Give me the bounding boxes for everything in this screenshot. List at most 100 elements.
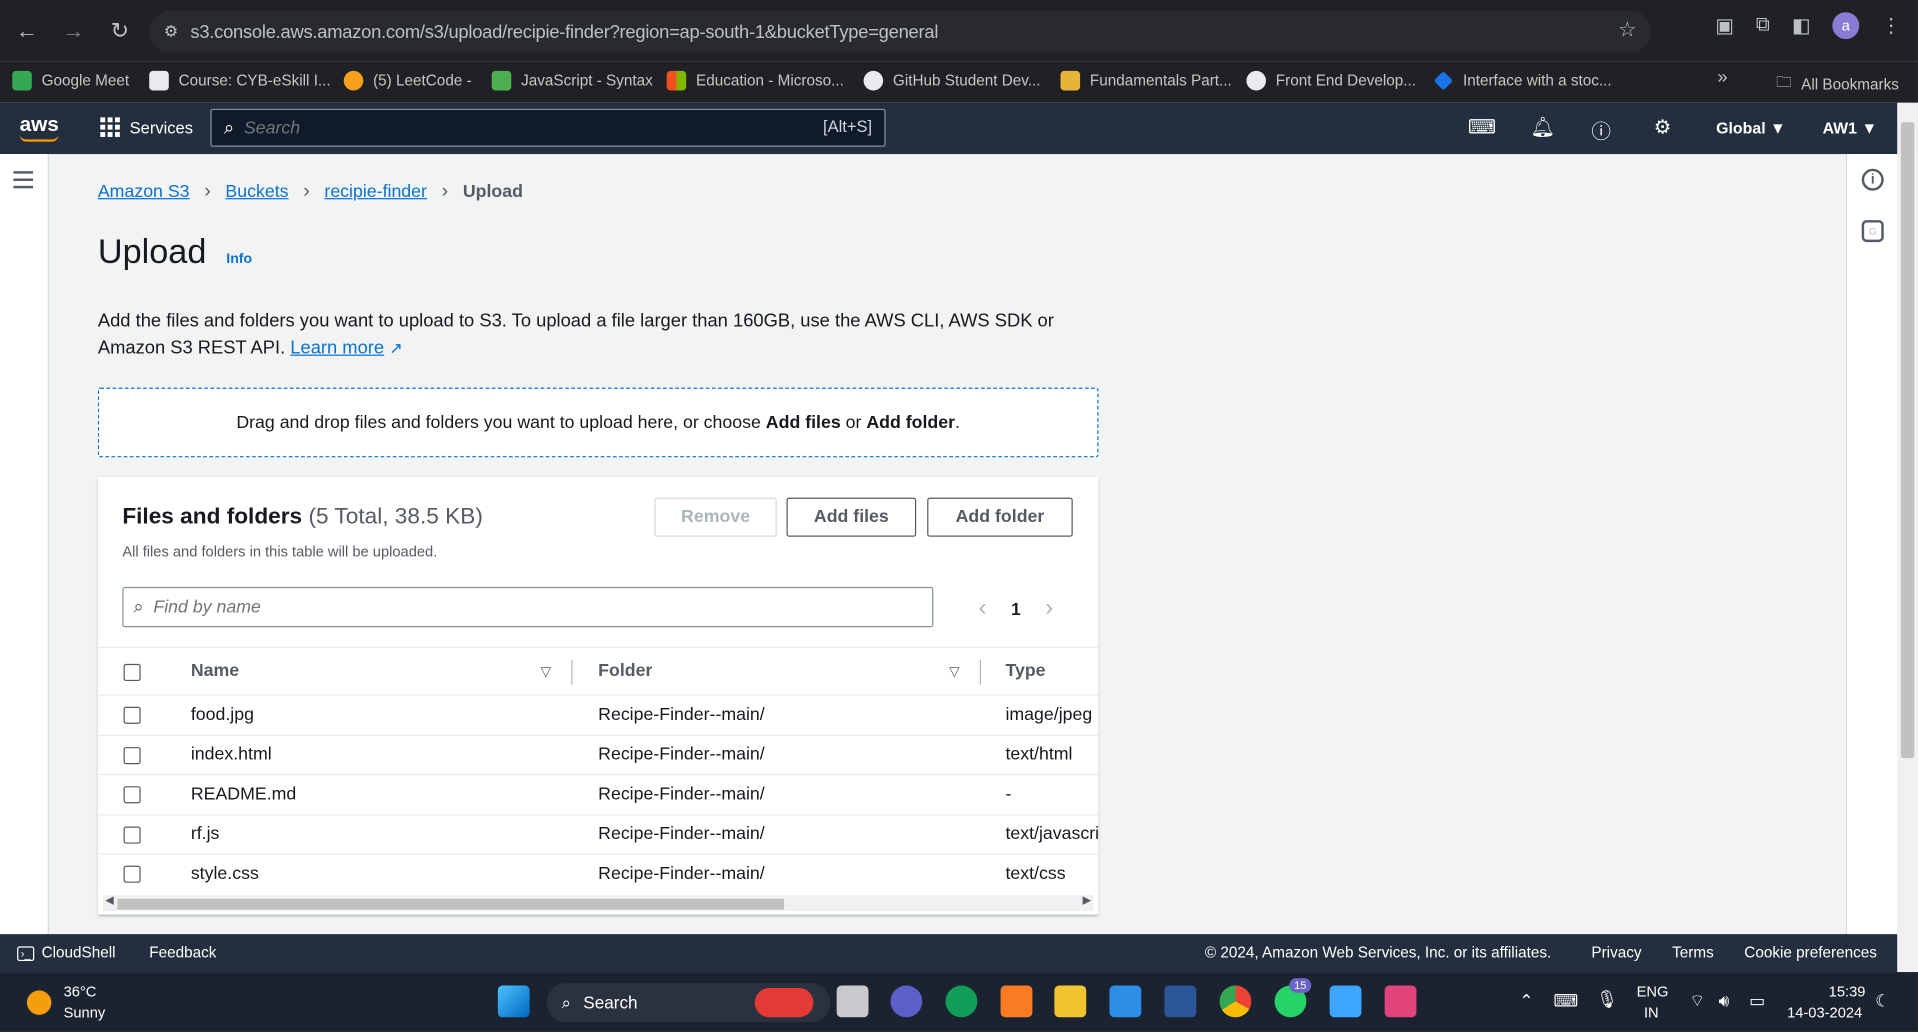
cookie-preferences-link[interactable]: Cookie preferences bbox=[1744, 944, 1877, 961]
keyboard-icon[interactable]: ⌨ bbox=[1553, 990, 1578, 1011]
aws-search-bar[interactable]: ⌕ [Alt+S] bbox=[210, 108, 886, 147]
breadcrumb-amazon-s3[interactable]: Amazon S3 bbox=[98, 182, 190, 202]
all-bookmarks[interactable]: 🗀 All Bookmarks bbox=[1776, 71, 1899, 97]
add-files-button[interactable]: Add files bbox=[786, 497, 917, 537]
task-view-icon[interactable] bbox=[836, 985, 869, 1018]
column-header-type[interactable]: Type bbox=[1005, 648, 1045, 694]
scroll-right-arrow-icon[interactable]: ▶ bbox=[1083, 894, 1091, 907]
bookmark-item[interactable]: Google Meet bbox=[12, 70, 129, 91]
help-icon[interactable]: ⓘ bbox=[1591, 115, 1611, 144]
column-header-name[interactable]: Name bbox=[191, 648, 239, 694]
aws-logo[interactable]: aws bbox=[19, 112, 59, 142]
row-checkbox[interactable] bbox=[123, 786, 141, 804]
page-scrollbar[interactable] bbox=[1897, 102, 1918, 973]
terms-link[interactable]: Terms bbox=[1672, 944, 1714, 961]
filter-input[interactable] bbox=[153, 597, 888, 617]
sun-weather-icon[interactable] bbox=[26, 990, 52, 1015]
breadcrumb-buckets[interactable]: Buckets bbox=[225, 182, 288, 202]
account-menu[interactable]: AW1 ▼ bbox=[1823, 119, 1878, 137]
scroll-left-arrow-icon[interactable]: ◀ bbox=[105, 894, 113, 907]
clock-date[interactable]: 14-03-2024 bbox=[1787, 1004, 1862, 1021]
feedback-link[interactable]: Feedback bbox=[149, 944, 216, 961]
region-indicator[interactable]: IN bbox=[1644, 1004, 1659, 1021]
teams-chat-icon[interactable] bbox=[890, 985, 923, 1018]
bookmark-item[interactable]: Education - Microso... bbox=[666, 70, 844, 91]
search-input[interactable] bbox=[243, 117, 783, 138]
bookmark-item[interactable]: (5) LeetCode - bbox=[343, 70, 472, 91]
info-link[interactable]: Info bbox=[226, 252, 252, 267]
row-checkbox[interactable] bbox=[123, 746, 141, 764]
column-divider[interactable] bbox=[979, 660, 982, 685]
battery-icon[interactable]: ▭ bbox=[1749, 990, 1765, 1011]
sort-triangle-icon[interactable]: ▽ bbox=[949, 664, 959, 680]
chrome-menu-icon[interactable]: ⋮ bbox=[1881, 13, 1901, 37]
whatsapp-icon[interactable]: 15 bbox=[1274, 978, 1312, 1018]
bookmark-item[interactable]: Front End Develop... bbox=[1246, 70, 1416, 91]
windows-start-icon[interactable] bbox=[497, 985, 530, 1018]
row-checkbox[interactable] bbox=[123, 706, 141, 724]
sort-triangle-icon[interactable]: ▽ bbox=[541, 664, 551, 680]
chevron-right-icon[interactable]: › bbox=[1045, 594, 1053, 622]
remove-button[interactable]: Remove bbox=[654, 497, 777, 537]
notifications-bell-icon[interactable]: 🔔︎ bbox=[1530, 115, 1555, 139]
page-number[interactable]: 1 bbox=[1011, 599, 1021, 619]
find-by-name-filter[interactable]: ⌕ bbox=[122, 586, 934, 628]
side-panel-icon[interactable]: ◧ bbox=[1792, 13, 1811, 37]
taskbar-search[interactable]: ⌕ Search bbox=[546, 983, 831, 1023]
site-settings-icon[interactable]: ⚙ bbox=[164, 22, 178, 42]
settings-gear-icon[interactable]: ⚙ bbox=[1654, 115, 1672, 139]
breadcrumb-bucket[interactable]: recipie-finder bbox=[324, 182, 427, 202]
microphone-icon[interactable]: 🎙︎ bbox=[1596, 989, 1618, 1010]
address-bar[interactable]: ⚙ s3.console.aws.amazon.com/s3/upload/re… bbox=[149, 11, 1652, 53]
weather-temperature[interactable]: 36°C bbox=[64, 983, 97, 1000]
notepad-icon[interactable] bbox=[1329, 985, 1362, 1018]
chevron-left-icon[interactable]: ‹ bbox=[979, 594, 987, 622]
column-header-folder[interactable]: Folder bbox=[598, 648, 652, 694]
bookmark-item[interactable]: GitHub Student Dev... bbox=[863, 70, 1041, 91]
clock-time[interactable]: 15:39 bbox=[1829, 983, 1866, 1000]
row-checkbox[interactable] bbox=[123, 865, 141, 883]
forward-icon[interactable]: → bbox=[56, 13, 90, 47]
file-explorer-icon[interactable] bbox=[1054, 985, 1087, 1018]
snipping-tool-icon[interactable] bbox=[1384, 985, 1417, 1018]
select-all-checkbox[interactable] bbox=[123, 663, 141, 682]
profile-avatar[interactable]: a bbox=[1832, 12, 1860, 40]
table-row[interactable]: README.md Recipe-Finder--main/ - bbox=[97, 775, 1099, 815]
chevron-up-icon[interactable]: ⌃ bbox=[1519, 990, 1533, 1011]
extensions-puzzle-icon[interactable]: ⧉ bbox=[1756, 15, 1770, 37]
info-panel-icon[interactable]: i bbox=[1861, 168, 1884, 191]
table-row[interactable]: food.jpg Recipe-Finder--main/ image/jpeg bbox=[97, 696, 1099, 736]
hamburger-menu-icon[interactable] bbox=[13, 171, 34, 193]
wifi-icon[interactable]: ⌔ bbox=[1689, 990, 1705, 1012]
column-divider[interactable] bbox=[571, 660, 573, 685]
language-indicator[interactable]: ENG bbox=[1637, 983, 1669, 1000]
region-selector[interactable]: Global ▼ bbox=[1716, 119, 1786, 137]
chrome-icon[interactable] bbox=[1219, 985, 1252, 1018]
learn-more-link[interactable]: Learn more bbox=[290, 337, 384, 358]
bookmark-item[interactable]: Course: CYB-eSkill I... bbox=[149, 70, 331, 91]
horizontal-scroll-thumb[interactable] bbox=[117, 898, 785, 910]
upload-dropzone[interactable]: Drag and drop files and folders you want… bbox=[97, 387, 1099, 458]
row-checkbox[interactable] bbox=[123, 825, 141, 844]
back-icon[interactable]: ← bbox=[10, 13, 44, 47]
volume-icon[interactable]: 🔊︎ bbox=[1719, 990, 1730, 1011]
url-text[interactable]: s3.console.aws.amazon.com/s3/upload/reci… bbox=[190, 21, 938, 42]
vscode-icon[interactable] bbox=[1109, 985, 1142, 1018]
extension-icon[interactable]: ▣ bbox=[1715, 13, 1734, 37]
reload-icon[interactable]: ↻ bbox=[103, 13, 137, 47]
bookmark-star-icon[interactable]: ☆ bbox=[1618, 18, 1637, 42]
table-row[interactable]: style.css Recipe-Finder--main/ text/css bbox=[98, 855, 1099, 895]
scrollbar-thumb[interactable] bbox=[1900, 122, 1915, 759]
cloudshell-link[interactable]: ›_ CloudShell bbox=[17, 944, 116, 962]
bookmark-item[interactable]: Interface with a stoc... bbox=[1433, 71, 1612, 91]
add-folder-button[interactable]: Add folder bbox=[927, 497, 1073, 537]
tutorial-hexagon-icon[interactable]: ◌ bbox=[1861, 220, 1884, 243]
table-row[interactable]: index.html Recipe-Finder--main/ text/htm… bbox=[97, 735, 1099, 776]
weather-condition[interactable]: Sunny bbox=[64, 1004, 106, 1021]
word-icon[interactable] bbox=[1164, 985, 1197, 1018]
edge-icon[interactable] bbox=[945, 985, 978, 1018]
table-horizontal-scrollbar[interactable]: ◀ ▶ bbox=[102, 894, 1094, 911]
more-bookmarks-icon[interactable]: » bbox=[1717, 67, 1727, 88]
cloudshell-icon[interactable]: ⌨ bbox=[1468, 115, 1496, 139]
focus-moon-icon[interactable]: ☾ bbox=[1875, 990, 1890, 1011]
